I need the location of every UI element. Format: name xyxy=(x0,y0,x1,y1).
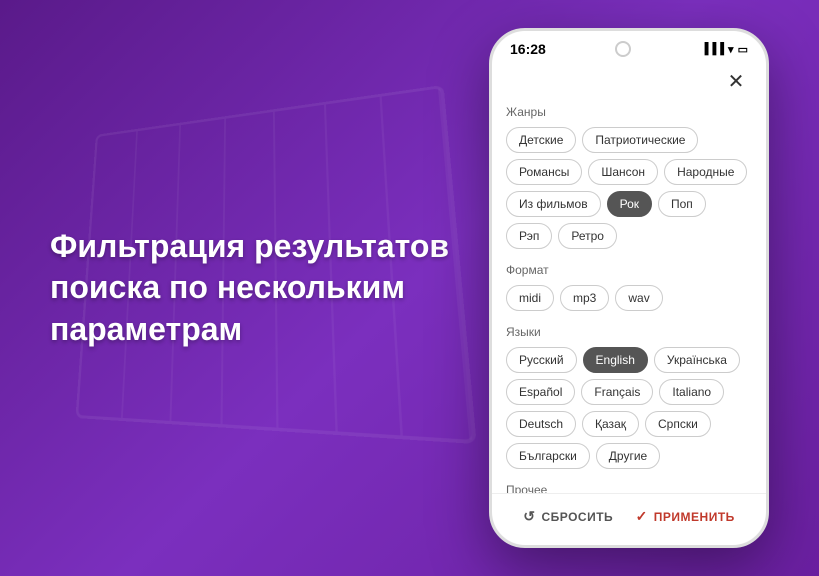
tag-поп[interactable]: Поп xyxy=(658,191,706,217)
tag-рок[interactable]: Рок xyxy=(607,191,652,217)
format-section: Формат midi mp3 wav xyxy=(506,263,752,311)
tag-français[interactable]: Français xyxy=(581,379,653,405)
languages-section: Языки Русский English Українська Español… xyxy=(506,325,752,469)
apply-button[interactable]: ✓ ПРИМЕНИТЬ xyxy=(636,508,735,525)
tag-wav[interactable]: wav xyxy=(615,285,662,311)
main-container: Фильтрация результатов поиска по несколь… xyxy=(0,0,819,576)
tag-italiano[interactable]: Italiano xyxy=(659,379,724,405)
tag-из-фильмов[interactable]: Из фильмов xyxy=(506,191,601,217)
reset-button[interactable]: ↺ СБРОСИТЬ xyxy=(523,508,613,525)
tag-español[interactable]: Español xyxy=(506,379,575,405)
apply-icon: ✓ xyxy=(636,508,648,525)
hero-title: Фильтрация результатов поиска по несколь… xyxy=(50,226,459,351)
tag-другие[interactable]: Другие xyxy=(596,443,660,469)
close-button[interactable]: ✕ xyxy=(722,67,750,95)
tag-български[interactable]: Български xyxy=(506,443,590,469)
tag-deutsch[interactable]: Deutsch xyxy=(506,411,576,437)
genres-section: Жанры Детские Патриотические Романсы Шан… xyxy=(506,105,752,249)
format-title: Формат xyxy=(506,263,752,277)
tag-русский[interactable]: Русский xyxy=(506,347,577,373)
tag-midi[interactable]: midi xyxy=(506,285,554,311)
tag-шансон[interactable]: Шансон xyxy=(588,159,658,185)
reset-label: СБРОСИТЬ xyxy=(541,510,613,524)
wifi-icon: ▾ xyxy=(728,43,734,56)
reset-icon: ↺ xyxy=(523,508,535,525)
genres-tags: Детские Патриотические Романсы Шансон На… xyxy=(506,127,752,249)
phone-screen: 16:28 ▐▐▐ ▾ ▭ ✕ Жанры Детские xyxy=(492,31,766,545)
battery-icon: ▭ xyxy=(738,43,748,56)
other-title: Прочее xyxy=(506,483,752,493)
screen-footer: ↺ СБРОСИТЬ ✓ ПРИМЕНИТЬ xyxy=(492,493,766,545)
tag-english[interactable]: English xyxy=(583,347,648,373)
languages-tags: Русский English Українська Español Franç… xyxy=(506,347,752,469)
screen-header: ✕ xyxy=(492,62,766,105)
left-text-panel: Фильтрация результатов поиска по несколь… xyxy=(50,226,489,351)
status-icons: ▐▐▐ ▾ ▭ xyxy=(701,43,748,56)
tag-романсы[interactable]: Романсы xyxy=(506,159,582,185)
status-time: 16:28 xyxy=(510,41,546,57)
camera-notch xyxy=(615,41,631,57)
other-section: Прочее Только дуэты xyxy=(506,483,752,493)
tag-українська[interactable]: Українська xyxy=(654,347,740,373)
tag-казак[interactable]: Қазақ xyxy=(582,411,639,437)
tag-mp3[interactable]: mp3 xyxy=(560,285,609,311)
format-tags: midi mp3 wav xyxy=(506,285,752,311)
status-bar: 16:28 ▐▐▐ ▾ ▭ xyxy=(492,31,766,62)
genres-title: Жанры xyxy=(506,105,752,119)
tag-српски[interactable]: Српски xyxy=(645,411,711,437)
screen-content: Жанры Детские Патриотические Романсы Шан… xyxy=(492,105,766,493)
tag-рэп[interactable]: Рэп xyxy=(506,223,552,249)
apply-label: ПРИМЕНИТЬ xyxy=(654,510,735,524)
tag-патриотические[interactable]: Патриотические xyxy=(582,127,698,153)
languages-title: Языки xyxy=(506,325,752,339)
tag-детские[interactable]: Детские xyxy=(506,127,576,153)
tag-народные[interactable]: Народные xyxy=(664,159,747,185)
phone-mockup: 16:28 ▐▐▐ ▾ ▭ ✕ Жанры Детские xyxy=(489,28,769,548)
signal-icon: ▐▐▐ xyxy=(701,43,724,55)
tag-ретро[interactable]: Ретро xyxy=(558,223,617,249)
